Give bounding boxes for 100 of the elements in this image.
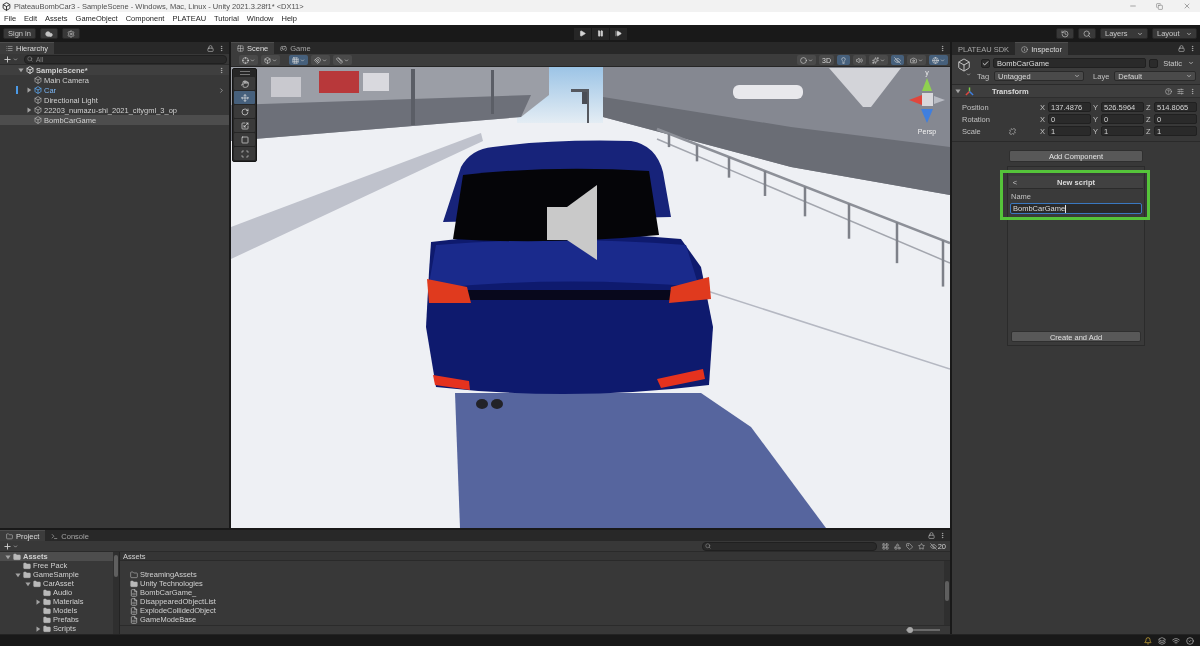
caret-icon <box>13 543 18 549</box>
checkmark-icon <box>982 59 989 67</box>
drag-handle-icon[interactable] <box>239 71 250 75</box>
caret-icon <box>300 57 305 63</box>
step-button[interactable] <box>609 27 627 40</box>
axis-gizmo-icon[interactable] <box>907 77 947 125</box>
search-field[interactable] <box>701 541 877 551</box>
settings-button[interactable] <box>61 28 80 39</box>
sliders-icon[interactable] <box>1177 87 1184 95</box>
toolbar-button[interactable] <box>289 55 308 65</box>
unlink-icon[interactable] <box>1009 127 1016 135</box>
layers-icon[interactable] <box>1158 636 1166 645</box>
disclosure-arrow-icon[interactable] <box>35 598 41 605</box>
tool-button[interactable] <box>234 91 255 104</box>
plus-icon <box>3 541 12 551</box>
caret-icon <box>918 57 923 63</box>
search-icon <box>1083 29 1091 38</box>
caret-icon <box>1137 30 1143 37</box>
hand-icon <box>240 79 249 88</box>
tool-button[interactable] <box>234 77 255 90</box>
caret-icon <box>1186 30 1192 37</box>
camera-icon <box>910 56 917 64</box>
close-icon <box>1182 2 1191 10</box>
help-icon[interactable] <box>1165 87 1172 95</box>
add-button[interactable] <box>3 541 18 551</box>
pause-button[interactable] <box>591 27 609 40</box>
rotate-icon <box>240 107 249 116</box>
restore-icon <box>1156 2 1163 10</box>
search-button[interactable] <box>1078 28 1096 39</box>
cube-icon <box>26 66 34 74</box>
history-button[interactable] <box>1056 28 1074 39</box>
checkbox[interactable] <box>981 58 990 68</box>
toolbar-button[interactable] <box>333 55 352 65</box>
grid-icon <box>292 56 299 64</box>
play-button[interactable] <box>573 27 591 40</box>
folder-icon <box>33 579 41 588</box>
ruler-icon <box>336 56 343 64</box>
toolbar-button[interactable] <box>929 55 948 65</box>
toolbar-button[interactable] <box>869 55 888 65</box>
caret-icon <box>880 57 885 63</box>
lock-icon[interactable] <box>207 44 214 52</box>
tag-icon[interactable] <box>905 542 913 550</box>
toolbar-button[interactable] <box>853 55 866 65</box>
star-icon[interactable] <box>917 542 925 550</box>
search-icon <box>27 56 33 62</box>
add-button[interactable] <box>3 54 18 64</box>
grid-icon[interactable] <box>881 542 889 550</box>
tool-button[interactable] <box>234 133 255 146</box>
scrollbar-thumb[interactable] <box>945 581 949 601</box>
square-icon <box>240 135 249 144</box>
toolbar-button[interactable] <box>891 55 904 65</box>
disclosure-arrow-icon[interactable] <box>15 571 21 578</box>
crosshair-icon <box>242 56 249 64</box>
disclosure-arrow-icon[interactable] <box>25 580 31 587</box>
disclosure-arrow-icon[interactable] <box>5 553 11 560</box>
cube-icon <box>34 116 42 124</box>
wifi-icon[interactable] <box>1172 636 1180 645</box>
cloud-icon <box>44 29 53 38</box>
scrollbar[interactable] <box>113 552 119 634</box>
checkbox[interactable] <box>1149 58 1159 68</box>
speaker-icon <box>856 56 863 64</box>
scrollbar-thumb[interactable] <box>114 555 118 577</box>
toolbar-button[interactable] <box>239 55 258 65</box>
gamepad-icon <box>280 45 288 52</box>
step-forward-icon <box>614 30 622 37</box>
settings-icon <box>66 29 75 38</box>
circle-icon <box>800 56 808 64</box>
icon-size-slider[interactable] <box>906 627 940 633</box>
cube-icon <box>957 58 971 72</box>
shapes-icon[interactable] <box>893 542 901 550</box>
cube-icon <box>34 96 42 104</box>
tool-button[interactable] <box>234 119 255 132</box>
toolbar-button[interactable] <box>837 55 850 65</box>
disclosure-arrow-icon[interactable] <box>26 87 32 93</box>
history-icon <box>1061 29 1069 38</box>
caret-icon <box>1074 73 1081 79</box>
slider-thumb[interactable] <box>907 627 914 633</box>
disclosure-arrow-icon[interactable] <box>35 625 41 632</box>
cloud-button[interactable] <box>39 28 58 39</box>
disclosure-arrow-icon[interactable] <box>18 67 24 73</box>
caret-icon <box>250 57 255 63</box>
caret-icon <box>13 56 18 62</box>
disclosure-arrow-icon[interactable] <box>26 107 32 113</box>
scrollbar[interactable] <box>944 561 950 625</box>
disclosure-arrow-icon[interactable] <box>955 88 961 94</box>
tool-button[interactable] <box>234 105 255 118</box>
chevron-right-icon[interactable] <box>218 86 225 94</box>
info-icon <box>1021 45 1029 53</box>
caret-icon <box>808 57 814 63</box>
move-icon <box>240 93 249 102</box>
check-circle-icon[interactable] <box>1186 636 1194 645</box>
toolbar-button[interactable] <box>311 55 330 65</box>
lock-icon[interactable] <box>928 532 935 539</box>
folder-icon <box>6 532 13 540</box>
toolbar-button[interactable] <box>261 55 280 65</box>
lock-icon[interactable] <box>1178 45 1185 52</box>
toolbar-button[interactable] <box>797 55 817 65</box>
pause-icon <box>596 30 604 37</box>
toolbar-button[interactable] <box>907 55 926 65</box>
bell-icon[interactable] <box>1144 636 1152 645</box>
